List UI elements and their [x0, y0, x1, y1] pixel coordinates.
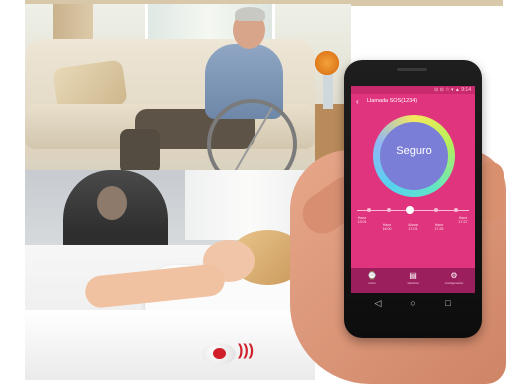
sos-pendant-button	[213, 348, 226, 359]
man-hair	[235, 7, 265, 21]
wheelchair-photo	[25, 4, 351, 170]
timeline-dot	[434, 208, 438, 212]
app-title: Llamada SOS(1234)	[351, 94, 475, 109]
gear-icon: ⚙	[450, 271, 458, 280]
intruder-face	[97, 186, 127, 220]
timeline-dot	[367, 208, 371, 212]
home-button[interactable]: ○	[406, 296, 420, 310]
timeline-dot	[454, 208, 458, 212]
phone-earpiece	[397, 68, 427, 71]
app-screen: ⊙ ⊙ ☆ ▾ ▲ 9:14 Llamada SOS(1234) ‹ Segur…	[351, 86, 475, 293]
nav-settings[interactable]: ⚙ Configuración	[439, 270, 469, 292]
status-bar: ⊙ ⊙ ☆ ▾ ▲ 9:14	[351, 86, 475, 94]
timeline-slider-knob[interactable]	[405, 206, 414, 214]
document-icon: ▤	[409, 271, 417, 280]
timeline-label: Ahora 17:01	[408, 223, 418, 231]
safety-status: Seguro	[396, 145, 432, 157]
signal-waves-icon: )))	[238, 342, 254, 359]
timeline-dot	[387, 208, 391, 212]
blanket	[25, 310, 315, 380]
timeline-label: Hace 17:25	[434, 223, 444, 231]
flowers	[313, 49, 341, 77]
timeline-label: Hace 17:27	[458, 216, 468, 224]
curtain	[53, 4, 93, 44]
nav-home[interactable]: ⌚ Inicio	[357, 270, 387, 292]
man-leg	[120, 129, 160, 170]
android-system-nav: ◁ ○ □	[351, 296, 475, 310]
back-arrow-icon[interactable]: ‹	[356, 98, 359, 106]
watch-icon: ⌚	[367, 271, 377, 280]
timeline-label: Hace 13:01	[357, 216, 367, 224]
vase	[323, 74, 333, 109]
bedroom-photo	[25, 170, 315, 380]
timeline-label: Hace 16:00	[382, 223, 392, 231]
recents-button[interactable]: □	[441, 296, 455, 310]
nav-history[interactable]: ▤ Historial	[398, 270, 428, 292]
back-button[interactable]: ◁	[371, 296, 385, 310]
